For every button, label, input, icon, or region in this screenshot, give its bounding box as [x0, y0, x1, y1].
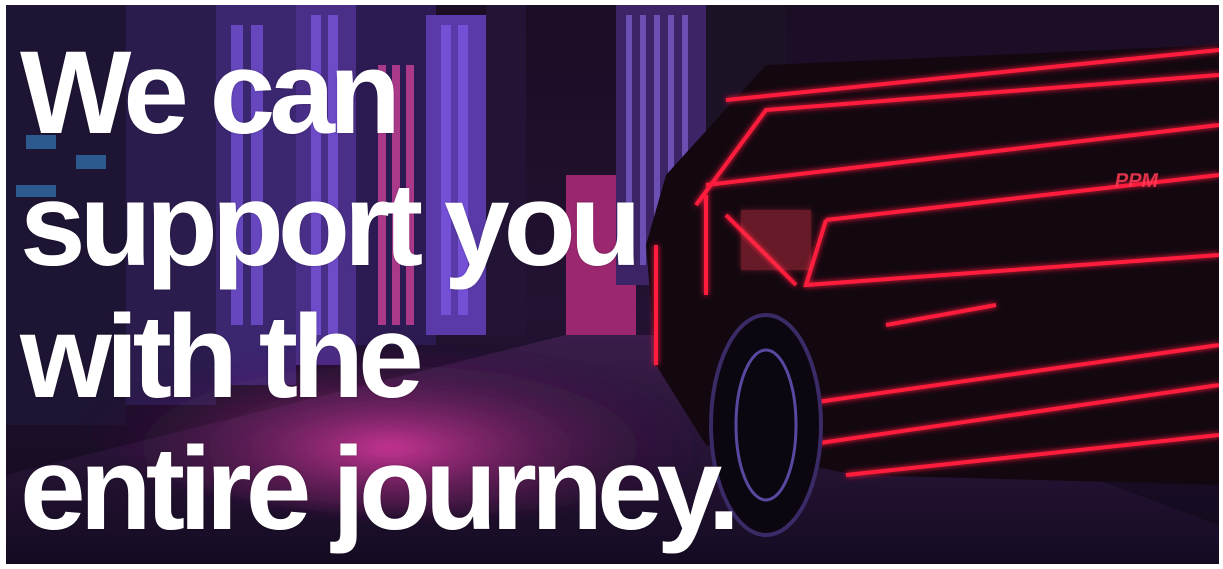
- hero-banner: PPM We can support you with the entire j…: [6, 5, 1219, 564]
- headline-line-1: We can: [20, 27, 401, 159]
- hero-headline: We can support you with the entire journ…: [20, 27, 740, 555]
- headline-line-4: entire journey.: [20, 423, 740, 555]
- headline-line-2: support you: [20, 159, 642, 291]
- headline-line-3: with the: [20, 291, 424, 423]
- car-badge: PPM: [1113, 170, 1160, 192]
